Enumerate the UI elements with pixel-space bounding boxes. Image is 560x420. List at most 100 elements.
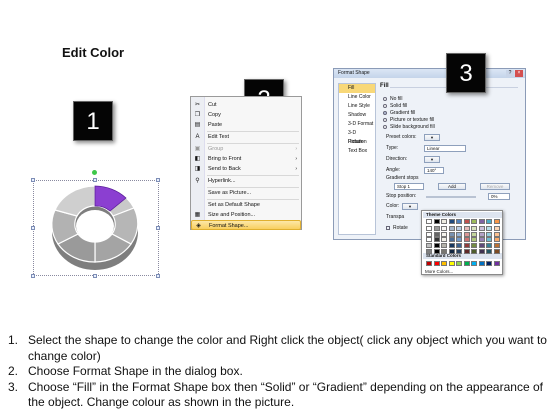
menu-item-edit-text[interactable]: A Edit Text [191,132,301,142]
theme-color-swatch[interactable] [456,248,462,254]
menu-item-group[interactable]: ▣ Group › [191,144,301,154]
nav-item-fill[interactable]: Fill [339,84,375,93]
stop-position-input[interactable]: 0% [488,193,510,200]
standard-color-swatch[interactable] [448,261,455,266]
radio-picture-fill[interactable]: Picture or texture fill [383,117,434,123]
more-colors-link[interactable]: More Colors... [425,269,453,275]
theme-color-swatch[interactable] [441,231,447,237]
menu-item-hyperlink[interactable]: ⚲ Hyperlink... [191,176,301,186]
menu-item-format-shape[interactable]: ◈ Format Shape... [191,220,301,230]
donut-shape-selection[interactable] [30,170,160,278]
radio-gradient-fill[interactable]: Gradient fill [383,110,415,116]
theme-color-swatch[interactable] [448,226,455,232]
theme-color-swatch[interactable] [456,219,462,224]
remove-stop-button[interactable]: Remove [480,183,510,190]
theme-color-swatch[interactable] [456,237,462,243]
theme-color-swatch[interactable] [426,242,432,248]
theme-color-swatch[interactable] [478,231,485,237]
theme-color-swatch[interactable] [486,226,492,232]
angle-input[interactable]: 140° [424,167,444,174]
menu-item-size-position[interactable]: ▦ Size and Position... [191,210,301,220]
theme-color-swatch[interactable] [471,237,477,243]
theme-color-swatch[interactable] [486,237,492,243]
theme-color-swatch[interactable] [426,237,432,243]
theme-color-swatch[interactable] [478,219,485,224]
theme-color-swatch[interactable] [493,231,500,237]
menu-item-set-default-shape[interactable]: Set as Default Shape [191,200,301,210]
theme-color-swatch[interactable] [448,237,455,243]
theme-color-swatch[interactable] [441,248,447,254]
theme-color-swatch[interactable] [441,226,447,232]
theme-color-swatch[interactable] [471,242,477,248]
rotate-checkbox[interactable]: Rotate [386,225,408,232]
standard-color-swatch[interactable] [478,261,485,266]
donut-chart-shape[interactable] [30,170,160,280]
theme-color-swatch[interactable] [441,219,447,224]
menu-item-cut[interactable]: ✂ Cut [191,100,301,110]
theme-color-swatch[interactable] [433,248,440,254]
standard-color-swatch[interactable] [493,261,500,266]
theme-color-swatch[interactable] [441,242,447,248]
theme-color-swatch[interactable] [433,242,440,248]
theme-color-swatch[interactable] [493,248,500,254]
theme-color-swatch[interactable] [493,226,500,232]
theme-color-swatch[interactable] [463,231,470,237]
theme-color-swatch[interactable] [478,226,485,232]
standard-color-swatch[interactable] [441,261,447,266]
theme-color-swatch[interactable] [493,242,500,248]
theme-color-swatch[interactable] [478,248,485,254]
theme-color-swatch[interactable] [456,231,462,237]
direction-dropdown[interactable]: ▾ [424,156,440,163]
menu-item-send-to-back[interactable]: ◨ Send to Back › [191,164,301,174]
standard-color-swatch[interactable] [426,261,432,266]
radio-solid-fill[interactable]: Solid fill [383,103,407,109]
close-button[interactable]: × [515,70,523,77]
theme-color-swatch[interactable] [486,242,492,248]
theme-color-swatch[interactable] [471,231,477,237]
theme-color-swatch[interactable] [471,248,477,254]
preset-colors-dropdown[interactable]: ▾ [424,134,440,141]
theme-color-swatch[interactable] [433,226,440,232]
theme-color-swatch[interactable] [463,248,470,254]
nav-item-text-box[interactable]: Text Box [339,147,375,156]
theme-color-swatch[interactable] [463,242,470,248]
theme-color-swatch[interactable] [478,242,485,248]
radio-no-fill[interactable]: No fill [383,96,403,102]
type-select[interactable]: Linear [424,145,466,152]
theme-color-swatch[interactable] [456,242,462,248]
theme-color-swatch[interactable] [448,219,455,224]
theme-color-swatch[interactable] [426,231,432,237]
nav-item-3d-rotation[interactable]: 3-D Rotation [339,129,375,145]
theme-color-swatch[interactable] [433,231,440,237]
theme-color-swatch[interactable] [433,237,440,243]
menu-item-copy[interactable]: ❐ Copy [191,110,301,120]
nav-item-line-style[interactable]: Line Style [339,102,375,111]
theme-color-swatch[interactable] [441,237,447,243]
theme-color-swatch[interactable] [486,231,492,237]
theme-color-swatch[interactable] [448,248,455,254]
standard-color-swatch[interactable] [433,261,440,266]
nav-item-3d-format[interactable]: 3-D Format [339,120,375,129]
stop-select[interactable]: Stop 1 [394,183,424,190]
help-button[interactable]: ? [506,70,514,77]
theme-color-swatch[interactable] [463,237,470,243]
theme-color-swatch[interactable] [471,226,477,232]
nav-item-line-color[interactable]: Line Color [339,93,375,102]
standard-color-swatch[interactable] [471,261,477,266]
theme-color-swatch[interactable] [463,226,470,232]
add-stop-button[interactable]: Add [438,183,466,190]
standard-color-swatch[interactable] [486,261,492,266]
color-picker-button[interactable]: ▾ [402,203,418,210]
theme-color-swatch[interactable] [433,219,440,224]
theme-color-swatch[interactable] [493,219,500,224]
theme-color-swatch[interactable] [456,226,462,232]
radio-slide-bg-fill[interactable]: Slide background fill [383,124,435,130]
dialog-title-bar[interactable]: Format Shape [334,69,525,78]
nav-item-shadow[interactable]: Shadow [339,111,375,120]
menu-item-bring-to-front[interactable]: ◧ Bring to Front › [191,154,301,164]
standard-color-swatch[interactable] [463,261,470,266]
standard-color-swatch[interactable] [456,261,462,266]
theme-color-swatch[interactable] [448,231,455,237]
theme-color-swatch[interactable] [426,226,432,232]
theme-color-swatch[interactable] [463,219,470,224]
